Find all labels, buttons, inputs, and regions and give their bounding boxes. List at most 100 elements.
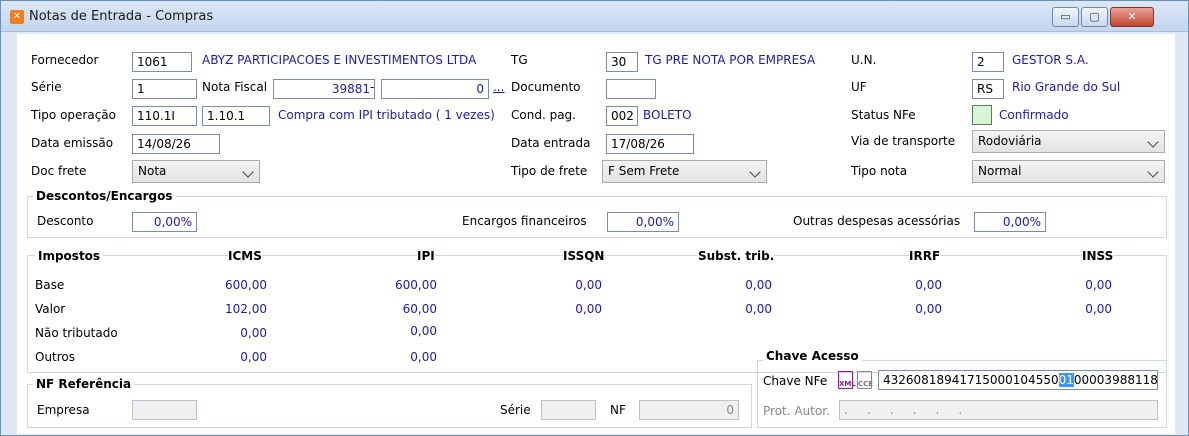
col-header-irrf: IRRF [909, 249, 941, 263]
ref-serie-label: Série [500, 403, 531, 417]
chave-nfe-input[interactable]: 4326081894171500010455001000039881188 [878, 370, 1158, 390]
col-header-ipi: IPI [417, 249, 435, 263]
col-header-inss: INSS [1082, 249, 1114, 263]
tipo-frete-value: F Sem Frete [608, 164, 680, 178]
via-transporte-select[interactable]: Rodoviária [972, 130, 1165, 153]
ref-nf-input[interactable]: 0 [639, 400, 739, 420]
chave-acesso-group-title: Chave Acesso [763, 349, 862, 363]
valor-subst-trib: 0,00 [745, 302, 772, 316]
data-emissao-input[interactable]: 14/08/26 [132, 134, 220, 154]
base-icms: 600,00 [225, 278, 267, 292]
tipo-frete-select[interactable]: F Sem Frete [602, 160, 767, 183]
desconto-label: Desconto [37, 214, 94, 228]
window: ✕ Notas de Entrada - Compras ▭ ▢ ✕ Forne… [0, 0, 1189, 436]
serie-input[interactable]: 1 [132, 79, 197, 99]
status-nfe-description: Confirmado [999, 108, 1069, 122]
row-label-nao-tributado: Não tributado [35, 326, 118, 340]
un-label: U.N. [851, 53, 877, 67]
tipo-nota-value: Normal [978, 164, 1022, 178]
tipo-operacao-cfop-input[interactable]: 1.10.1 [202, 106, 270, 126]
row-label-valor: Valor [35, 302, 66, 316]
tipo-frete-label: Tipo de frete [511, 164, 588, 178]
doc-frete-select[interactable]: Nota [132, 160, 260, 183]
empresa-input[interactable] [132, 400, 197, 420]
serie-label: Série [31, 80, 62, 94]
tg-code-input[interactable]: 30 [606, 52, 638, 72]
window-title: Notas de Entrada - Compras [29, 9, 214, 24]
col-header-icms: ICMS [228, 249, 262, 263]
chave-nfe-part2: 000039881188 [1073, 373, 1158, 387]
row-label-base: Base [35, 278, 65, 292]
encargos-label: Encargos financeiros [462, 214, 587, 228]
desconto-input[interactable]: 0,00% [132, 212, 197, 232]
col-header-issqn: ISSQN [563, 249, 605, 263]
documento-input[interactable] [606, 79, 656, 99]
tg-description: TG PRE NOTA POR EMPRESA [645, 53, 816, 67]
uf-label: UF [851, 80, 867, 94]
tipo-nota-select[interactable]: Normal [972, 160, 1165, 183]
ref-serie-input[interactable] [541, 400, 596, 420]
prot-autor-label: Prot. Autor. [763, 404, 830, 418]
cce-file-icon[interactable]: CCE [857, 371, 873, 389]
chave-nfe-part1: 43260818941715000104550 [883, 373, 1059, 387]
via-transporte-value: Rodoviária [978, 134, 1042, 148]
nf-referencia-group-title: NF Referência [33, 377, 135, 391]
outras-despesas-label: Outras despesas acessórias [793, 214, 961, 228]
ref-nf-label: NF [610, 403, 626, 417]
fornecedor-code-input[interactable]: 1061 [132, 52, 192, 72]
via-transporte-label: Via de transporte [851, 134, 956, 148]
un-code-input[interactable]: 2 [972, 52, 1004, 72]
nao-tributado-ipi: 0,00 [410, 324, 437, 338]
minimize-button[interactable]: ▭ [1052, 7, 1079, 27]
base-ipi: 600,00 [395, 278, 437, 292]
nao-tributado-icms: 0,00 [240, 326, 267, 340]
tipo-operacao-label: Tipo operação [31, 108, 116, 122]
chave-nfe-label: Chave NFe [763, 374, 828, 388]
tipo-operacao-description: Compra com IPI tributado ( 1 vezes) [278, 108, 495, 122]
form-panel: Fornecedor 1061 ABYZ PARTICIPACOES E INV… [17, 34, 1175, 434]
data-emissao-label: Data emissão [31, 136, 114, 150]
outras-despesas-input[interactable]: 0,00% [974, 212, 1046, 232]
data-entrada-label: Data entrada [511, 136, 591, 150]
empresa-label: Empresa [37, 403, 90, 417]
tg-label: TG [511, 53, 528, 67]
outros-ipi: 0,00 [410, 350, 437, 364]
maximize-button[interactable]: ▢ [1081, 7, 1108, 27]
prot-autor-input[interactable]: . . . . . . [839, 400, 1158, 420]
chevron-down-icon [1147, 136, 1159, 148]
fornecedor-label: Fornecedor [31, 53, 99, 67]
encargos-input[interactable]: 0,00% [607, 212, 679, 232]
chevron-down-icon [1147, 166, 1159, 178]
nota-fiscal-lookup-button[interactable]: ... [493, 80, 504, 94]
doc-frete-value: Nota [138, 164, 167, 178]
impostos-group-title: Impostos [35, 249, 104, 263]
xml-file-icon[interactable]: XML [838, 371, 856, 389]
cond-pag-code-input[interactable]: 002 [606, 106, 638, 126]
status-nfe-indicator [972, 105, 992, 125]
tipo-nota-label: Tipo nota [851, 164, 908, 178]
cond-pag-description: BOLETO [643, 108, 692, 122]
app-icon: ✕ [10, 10, 24, 24]
nota-fiscal-input[interactable]: 39881 [273, 79, 375, 99]
valor-ipi: 60,00 [402, 302, 437, 316]
chevron-down-icon [242, 166, 254, 178]
chevron-down-icon [749, 166, 761, 178]
close-button[interactable]: ✕ [1110, 7, 1154, 27]
chave-nfe-selection: 01 [1058, 373, 1074, 387]
valor-issqn: 0,00 [575, 302, 602, 316]
documento-label: Documento [511, 80, 581, 94]
row-label-outros: Outros [35, 350, 76, 364]
nota-fiscal-separator: - [370, 80, 375, 94]
data-entrada-input[interactable]: 17/08/26 [606, 134, 694, 154]
outros-icms: 0,00 [240, 350, 267, 364]
nota-fiscal-suffix-input[interactable]: 0 [381, 79, 489, 99]
base-irrf: 0,00 [915, 278, 942, 292]
status-nfe-label: Status NFe [851, 108, 916, 122]
base-subst-trib: 0,00 [745, 278, 772, 292]
tipo-operacao-code-input[interactable]: 110.1I [132, 106, 197, 126]
uf-code-input[interactable]: RS [972, 79, 1004, 99]
valor-irrf: 0,00 [915, 302, 942, 316]
title-bar[interactable]: ✕ Notas de Entrada - Compras ▭ ▢ ✕ [1, 1, 1188, 32]
col-header-subst-trib: Subst. trib. [698, 249, 775, 263]
uf-description: Rio Grande do Sul [1012, 80, 1121, 94]
